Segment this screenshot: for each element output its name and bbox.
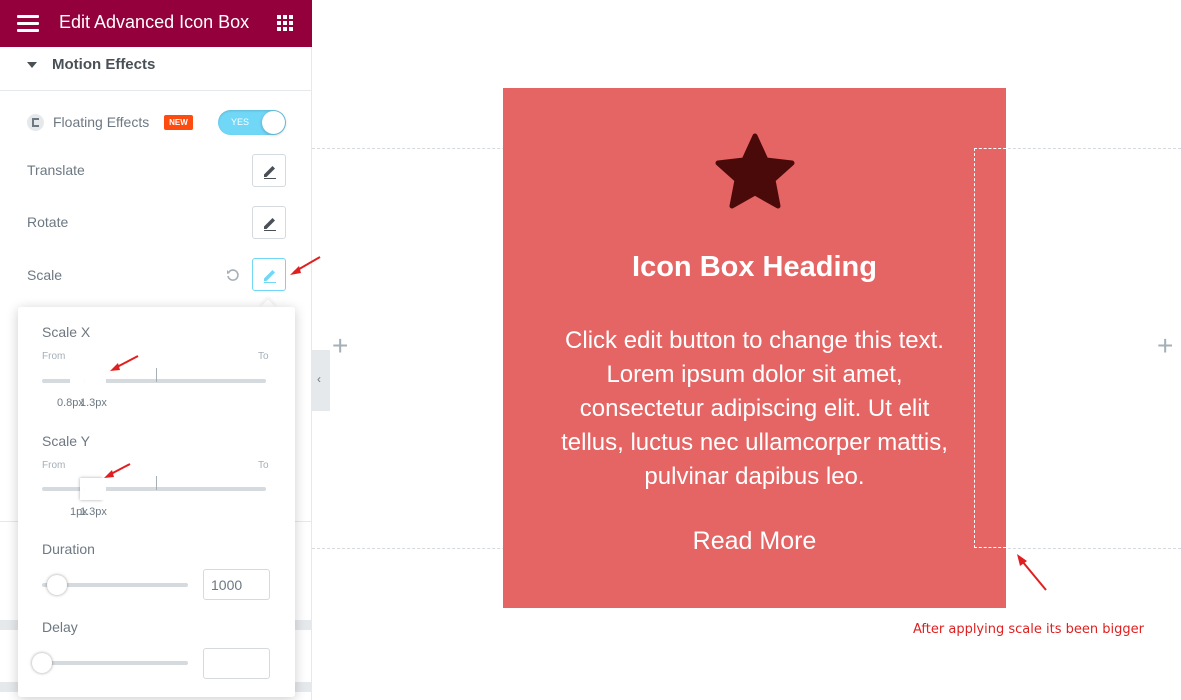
reset-icon[interactable]: [226, 268, 240, 282]
delay-label: Delay: [42, 619, 78, 635]
icon-box-description: Click edit button to change this text. L…: [561, 327, 948, 490]
scale-y-to-value: 1.3px: [80, 506, 107, 518]
collapse-panel-button[interactable]: ‹: [312, 350, 330, 411]
scaled-outline-bottom: [974, 547, 1006, 548]
scale-x-label: Scale X: [42, 324, 91, 340]
duration-input[interactable]: [203, 569, 270, 600]
translate-label: Translate: [27, 162, 85, 178]
icon-box-widget[interactable]: Icon Box Heading Click edit button to ch…: [503, 88, 1006, 608]
toggle-yes-label: YES: [231, 117, 250, 127]
new-badge: NEW: [164, 115, 193, 130]
scale-y-to-label: To: [258, 460, 269, 471]
read-more-link[interactable]: Read More: [503, 527, 1006, 556]
scale-x-midpoint: [156, 368, 157, 382]
scaled-outline-top: [974, 148, 1006, 149]
annotation-arrow: [1017, 554, 1047, 591]
widgets-grid-icon[interactable]: [277, 15, 294, 32]
add-column-left-icon[interactable]: +: [332, 330, 348, 362]
scale-x-to-label: To: [258, 351, 269, 362]
duration-label: Duration: [42, 541, 95, 557]
scale-y-from-label: From: [42, 460, 66, 471]
scale-y-label: Scale Y: [42, 433, 90, 449]
delay-slider-track[interactable]: [42, 661, 188, 665]
elementor-badge-icon: [27, 114, 44, 131]
scale-x-from-label: From: [42, 351, 66, 362]
rotate-label: Rotate: [27, 214, 69, 230]
toggle-knob: [262, 111, 285, 134]
annotation-note: After applying scale its been bigger: [913, 622, 1144, 637]
annotation-arrow: [290, 256, 321, 275]
section-title: Motion Effects: [52, 56, 156, 73]
scale-popover: Scale X From To 0.8px 1.3px Scale Y From…: [18, 307, 295, 697]
translate-edit-button[interactable]: [252, 154, 286, 187]
icon-box-heading: Icon Box Heading: [632, 251, 877, 283]
annotation-arrow: [110, 355, 139, 371]
pencil-icon: [264, 166, 276, 179]
scale-y-range-track[interactable]: [42, 487, 266, 491]
scale-label: Scale: [27, 267, 63, 283]
scale-edit-button[interactable]: [252, 258, 286, 291]
menu-icon[interactable]: [17, 15, 39, 32]
panel-title: Edit Advanced Icon Box: [59, 12, 250, 32]
rotate-edit-button[interactable]: [252, 206, 286, 239]
pencil-icon: [264, 218, 276, 231]
caret-down-icon: [27, 62, 37, 68]
add-column-right-icon[interactable]: +: [1157, 330, 1173, 362]
annotation-arrow: [104, 463, 131, 478]
pencil-icon: [264, 270, 276, 283]
delay-slider-knob[interactable]: [32, 653, 52, 673]
scale-y-midpoint: [156, 476, 157, 490]
floating-effects-toggle[interactable]: YES: [218, 110, 286, 135]
floating-effects-label: Floating Effects: [53, 114, 150, 130]
motion-effects-section-toggle[interactable]: Motion Effects: [0, 47, 312, 91]
scale-x-to-value: 1.3px: [80, 397, 107, 409]
duration-slider-knob[interactable]: [47, 575, 67, 595]
panel-header: Edit Advanced Icon Box: [0, 0, 312, 47]
star-icon: [715, 133, 795, 209]
scaled-outline-left: [974, 148, 975, 548]
chevron-left-icon: ‹: [317, 372, 321, 386]
delay-input[interactable]: [203, 648, 270, 679]
